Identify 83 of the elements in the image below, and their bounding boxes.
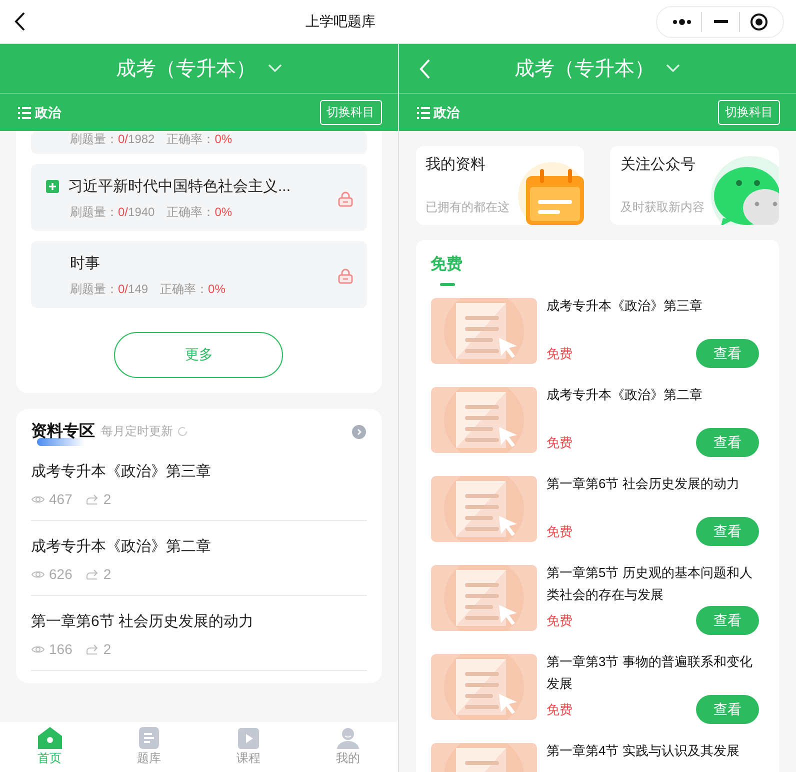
price-label: 免费 (546, 700, 572, 718)
material-title: 第一章第6节 社会历史发展的动力 (546, 475, 740, 493)
expand-icon[interactable] (46, 180, 59, 192)
more-button[interactable]: 更多 (114, 332, 284, 378)
switch-subject-button[interactable]: 切换科目 (320, 100, 382, 125)
tab-indicator (440, 283, 454, 286)
eye-icon (31, 570, 45, 578)
shortcut-card[interactable]: 我的资料 已拥有的都在这 (416, 146, 584, 225)
back-icon[interactable] (14, 12, 25, 31)
material-title: 第一章第4节 实践与认识及其发展 (546, 742, 740, 760)
refresh-icon[interactable] (177, 426, 188, 437)
view-count: 166 (49, 641, 72, 657)
practice-stats: 刷题量：0/1940 正确率：0% (70, 204, 234, 221)
subject-name: 政治 (35, 104, 61, 122)
question-set-card[interactable]: 时事 刷题量：0/149 正确率：0% (31, 241, 366, 308)
material-title: 第一章第3节 事物的普遍联系和变化发展 (546, 653, 754, 693)
price-label: 免费 (546, 612, 572, 630)
subject-name: 政治 (434, 104, 460, 122)
material-title: 第一章第5节 历史观的基本问题和人类社会的存在与发展 (546, 564, 754, 604)
eye-icon (31, 644, 45, 654)
exam-title[interactable]: 成考（专升本） (514, 55, 654, 82)
tab-item[interactable]: 我的 (298, 722, 398, 772)
share-icon (86, 568, 100, 580)
question-set-title: 时事 (70, 254, 100, 272)
chevron-down-icon[interactable] (268, 64, 282, 73)
question-set-card[interactable]: 刷题量：0/1982 正确率：0% (31, 131, 366, 154)
practice-stats: 刷题量：0/1982 正确率：0% (70, 131, 232, 148)
shortcut-card[interactable]: 关注公众号 及时获取新内容 (610, 146, 779, 225)
home-icon (38, 727, 62, 749)
lock-icon (338, 190, 352, 206)
material-title: 成考专升本《政治》第二章 (31, 537, 212, 556)
section-subtitle: 每月定时更新 (101, 423, 173, 440)
shortcut-title: 关注公众号 (620, 155, 696, 174)
price-label: 免费 (546, 434, 572, 452)
material-item[interactable]: 第一章第6节 社会历史发展的动力 166 2 (31, 596, 366, 671)
view-count: 626 (49, 566, 72, 582)
play-icon (238, 728, 259, 748)
more-icon[interactable] (672, 18, 692, 24)
arrow-right-icon[interactable] (352, 424, 366, 438)
shortcut-subtitle: 已拥有的都在这 (426, 199, 510, 216)
view-button[interactable]: 查看 (696, 606, 759, 635)
share-icon (86, 493, 100, 505)
share-count: 2 (103, 641, 112, 657)
tab-item[interactable]: 首页 (0, 722, 100, 772)
material-item[interactable]: 成考专升本《政治》第二章 626 2 (31, 521, 366, 596)
title-underline (37, 438, 85, 446)
free-tab[interactable]: 免费 (430, 254, 462, 275)
tab-item[interactable]: 课程 (198, 722, 298, 772)
document-icon (139, 727, 160, 749)
view-button[interactable]: 查看 (696, 428, 759, 457)
material-title: 第一章第6节 社会历史发展的动力 (31, 612, 255, 631)
tab-item[interactable]: 题库 (99, 722, 199, 772)
material-title: 成考专升本《政治》第二章 (546, 386, 704, 404)
view-button[interactable]: 查看 (696, 517, 759, 546)
chat-icon (709, 156, 779, 225)
list-icon (416, 106, 430, 118)
person-icon (336, 727, 359, 749)
shortcut-title: 我的资料 (426, 155, 486, 174)
material-title: 成考专升本《政治》第三章 (546, 297, 704, 315)
price-label: 免费 (546, 344, 572, 362)
view-count: 467 (49, 491, 72, 507)
question-set-card[interactable]: 习近平新时代中国特色社会主义... 刷题量：0/1940 正确率：0% (31, 164, 366, 231)
material-item[interactable]: 成考专升本《政治》第三章 467 2 (31, 446, 366, 521)
material-title: 成考专升本《政治》第三章 (31, 462, 212, 481)
price-label: 免费 (546, 522, 572, 540)
chevron-down-icon[interactable] (666, 64, 680, 73)
app-title: 上学吧题库 (306, 12, 376, 30)
share-count: 2 (103, 566, 112, 582)
close-icon[interactable] (750, 12, 768, 30)
switch-subject-button[interactable]: 切换科目 (718, 100, 780, 125)
share-count: 2 (103, 491, 112, 507)
section-title: 资料专区 (31, 421, 95, 442)
minimize-icon[interactable] (714, 20, 728, 23)
practice-stats: 刷题量：0/149 正确率：0% (70, 281, 226, 298)
view-button[interactable]: 查看 (696, 695, 759, 724)
exam-title[interactable]: 成考（专升本） (116, 55, 256, 82)
question-set-title: 习近平新时代中国特色社会主义... (68, 176, 291, 196)
share-icon (86, 643, 100, 655)
list-icon (18, 106, 31, 118)
lock-icon (338, 268, 352, 284)
view-button[interactable]: 查看 (696, 339, 759, 368)
eye-icon (31, 494, 45, 504)
shortcut-subtitle: 及时获取新内容 (620, 199, 706, 216)
